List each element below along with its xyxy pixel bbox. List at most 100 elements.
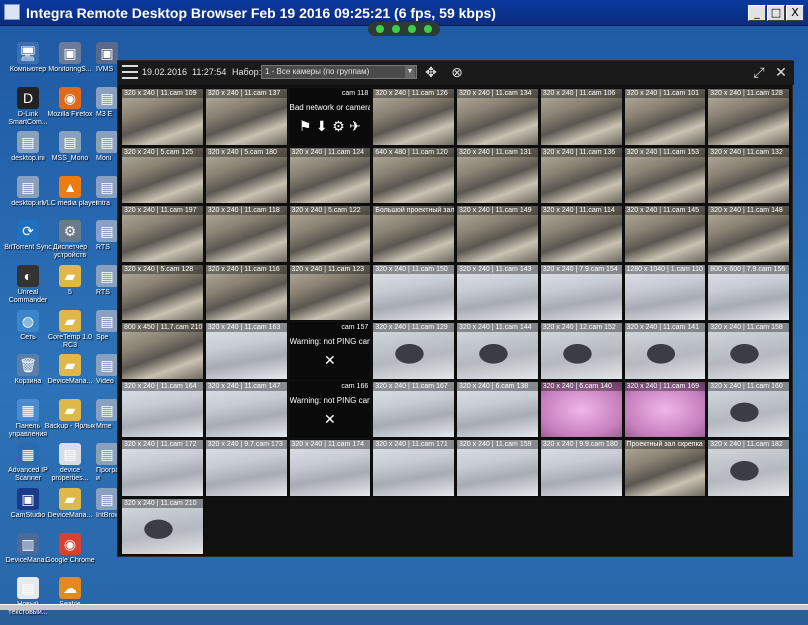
desktop-icon[interactable]: ◉ Google Chrome: [42, 532, 98, 581]
desktop-icon-image: ▦: [17, 398, 39, 421]
desktop-icon[interactable]: ▤ device properties...: [42, 443, 98, 491]
desktop-icon[interactable]: ▤ IntBrowser: [96, 488, 118, 536]
camera-tile[interactable]: cam 166 Warning: not PING camera ✕: [288, 380, 372, 438]
camera-tile[interactable]: 320 x 240 | 11.cam 210: [121, 497, 204, 555]
fullscreen-icon[interactable]: ⤢: [750, 64, 768, 82]
desktop-icon-image: ▥: [17, 532, 39, 555]
camera-tile[interactable]: 320 x 240 | 11.cam 158: [707, 322, 790, 380]
camera-tile[interactable]: 320 x 240 | 11.cam 150: [372, 263, 455, 321]
camera-tile[interactable]: 320 x 240 | 11.cam 160: [707, 380, 790, 438]
camera-tile[interactable]: 320 x 240 | 6.cam 140: [539, 380, 623, 438]
camera-tile[interactable]: 320 x 240 | 9.9.cam 180: [539, 439, 623, 497]
camera-tile[interactable]: 640 x 480 | 11.cam 120: [372, 146, 455, 204]
camera-tile[interactable]: 320 x 240 | 11.cam 118: [204, 205, 288, 263]
camera-tile[interactable]: 320 x 240 | 11.cam 136: [539, 146, 623, 204]
camera-tile[interactable]: cam 157 Warning: not PING camera ✕: [288, 322, 372, 380]
desktop-icon[interactable]: ▰ DeviceMana...: [42, 354, 98, 402]
camera-tile[interactable]: Большой проектный зал: [372, 205, 455, 263]
camera-label: 320 x 240 | 11.cam 158: [708, 323, 789, 332]
camera-tile[interactable]: 320 x 240 | 11.cam 149: [456, 205, 539, 263]
desktop-icon[interactable]: ▤Программы и компонент...: [96, 443, 118, 491]
camera-tile[interactable]: 320 x 240 | 11.cam 164: [121, 380, 204, 438]
camera-tile[interactable]: 320 x 240 | 11.cam 167: [372, 380, 455, 438]
desktop-icon-label: Intra: [96, 199, 111, 207]
camera-tile[interactable]: 320 x 240 | 5.cam 180: [204, 146, 288, 204]
camera-set-select[interactable]: 1 - Все камеры (по группам) ▼: [261, 65, 417, 79]
camera-tile[interactable]: 320 x 240 | 11.cam 172: [121, 439, 204, 497]
desktop-icon[interactable]: ▰ DeviceMana...: [42, 488, 98, 536]
camera-tile[interactable]: 320 x 240 | 11.cam 109: [121, 88, 204, 146]
camera-tile[interactable]: 320 x 240 | 11.cam 129: [372, 322, 455, 380]
desktop-icon[interactable]: ▤ RTS: [96, 265, 118, 313]
desktop-icon[interactable]: ⚙ Диспетчер устройств: [42, 220, 98, 268]
camera-tile[interactable]: 320 x 240 | 11.cam 101: [623, 88, 707, 146]
desktop-icon-label: Программы и компонент...: [96, 467, 118, 483]
camera-tile[interactable]: 320 x 240 | 5.cam 128: [121, 263, 204, 321]
desktop-icon[interactable]: ▤ M3 E: [96, 86, 118, 135]
camera-tile[interactable]: 320 x 240 | 11.cam 116: [204, 263, 288, 321]
desktop-icon[interactable]: ▤ RTS: [96, 220, 118, 268]
camera-tile[interactable]: 320 x 240 | 11.cam 159: [456, 439, 539, 497]
desktop-icon[interactable]: ▤ MSS_Mono: [42, 131, 98, 179]
desktop-icon[interactable]: ☁Seafile: [42, 577, 98, 625]
camera-tile[interactable]: 320 x 240 | 11.cam 137: [204, 88, 288, 146]
desktop-icon-image: ▤: [96, 86, 118, 109]
camera-tile[interactable]: 320 x 240 | 11.cam 197: [121, 205, 204, 263]
close-button[interactable]: X: [786, 5, 804, 21]
zoom-out-icon[interactable]: ⊗: [448, 64, 466, 82]
desktop-icon[interactable]: ▤ Mme: [96, 398, 118, 447]
desktop-icon[interactable]: ▣ IVMS: [96, 42, 118, 90]
camera-tile[interactable]: 320 x 240 | 11.cam 182: [707, 439, 790, 497]
camera-tile[interactable]: 320 x 240 | 11.cam 144: [456, 322, 539, 380]
camera-tile[interactable]: 320 x 240 | 11.cam 171: [372, 439, 455, 497]
camera-tile[interactable]: 320 x 240 | 7.9.cam 154: [539, 263, 623, 321]
desktop-icon[interactable]: ◉ Mozilla Firefox: [42, 86, 98, 135]
camera-tile[interactable]: 1280 x 1040 | 1.cam 110: [623, 263, 707, 321]
camera-tile[interactable]: 320 x 240 | 11.cam 141: [623, 322, 707, 380]
camera-tile[interactable]: 320 x 240 | 11.cam 106: [539, 88, 623, 146]
close-icon[interactable]: ✕: [772, 64, 790, 82]
camera-tile[interactable]: 320 x 240 | 11.cam 163: [204, 322, 288, 380]
desktop-icon[interactable]: ▤ Spe: [96, 309, 118, 358]
camera-tile[interactable]: 320 x 240 | 11.cam 174: [288, 439, 372, 497]
camera-tile[interactable]: 320 x 240 | 11.cam 145: [623, 205, 707, 263]
camera-tile[interactable]: 320 x 240 | 11.cam 148: [707, 205, 790, 263]
minimize-button[interactable]: _: [748, 5, 766, 21]
camera-tile[interactable]: 320 x 240 | 5.cam 122: [288, 205, 372, 263]
camera-tile[interactable]: 320 x 240 | 9.7.cam 173: [204, 439, 288, 497]
camera-tile[interactable]: 320 x 240 | 11.cam 132: [707, 146, 790, 204]
camera-tile[interactable]: cam 118 Bad network or camera ⚑ ⬇ ⚙ ✈: [288, 88, 372, 146]
camera-tile[interactable]: 800 x 450 | 11.7.cam 210: [121, 322, 204, 380]
camera-tile[interactable]: 320 x 240 | 11.cam 131: [456, 146, 539, 204]
camera-tile[interactable]: 800 x 600 | 7.9.cam 156: [707, 263, 790, 321]
desktop-icon[interactable]: ▲ VLC media player: [42, 175, 98, 224]
camera-tile[interactable]: 320 x 240 | 11.cam 123: [288, 263, 372, 321]
desktop-icon-image: ▤: [96, 265, 118, 287]
desktop-icon[interactable]: ▤ Intra: [96, 175, 118, 224]
desktop-icon[interactable]: ▰ CoreTemp 1.0 RC3: [42, 309, 98, 358]
camera-tile[interactable]: 320 x 240 | 11.cam 153: [623, 146, 707, 204]
camera-tile[interactable]: 320 x 240 | 11.cam 134: [456, 88, 539, 146]
desktop-icon-label: VLC media player: [42, 199, 98, 207]
maximize-button[interactable]: □: [767, 5, 785, 21]
camera-tile[interactable]: 320 x 240 | 5.cam 125: [121, 146, 204, 204]
camera-tile[interactable]: 320 x 240 | 11.cam 128: [707, 88, 790, 146]
camera-tile[interactable]: 320 x 240 | 11.cam 114: [539, 205, 623, 263]
desktop-icon[interactable]: ▤ Video: [96, 354, 118, 402]
desktop-icon[interactable]: ▰ 5: [42, 265, 98, 313]
camera-tile[interactable]: 320 x 240 | 6.cam 138: [456, 380, 539, 438]
desktop-icon-label: Backup - Ярлык: [44, 422, 96, 430]
camera-tile[interactable]: 320 x 240 | 11.cam 143: [456, 263, 539, 321]
camera-tile[interactable]: 320 x 240 | 12.cam 152: [539, 322, 623, 380]
move-icon[interactable]: ✥: [422, 64, 440, 82]
menu-icon[interactable]: [122, 65, 138, 79]
camera-tile[interactable]: Проектный зал скрепка: [623, 439, 707, 497]
desktop-icon[interactable]: ▰ Backup - Ярлык: [42, 398, 98, 447]
camera-tile[interactable]: 320 x 240 | 11.cam 169: [623, 380, 707, 438]
camera-tile[interactable]: 320 x 240 | 11.cam 126: [372, 88, 455, 146]
desktop-icon[interactable]: ▤ Moni: [96, 131, 118, 179]
camera-tile[interactable]: 320 x 240 | 11.cam 124: [288, 146, 372, 204]
desktop: 🖥 Компьютер ▣ MonitoringS... D D-Link SmartCo…: [0, 26, 808, 616]
camera-tile[interactable]: 320 x 240 | 11.cam 147: [204, 380, 288, 438]
desktop-icon[interactable]: ▣ MonitoringS...: [42, 42, 98, 90]
